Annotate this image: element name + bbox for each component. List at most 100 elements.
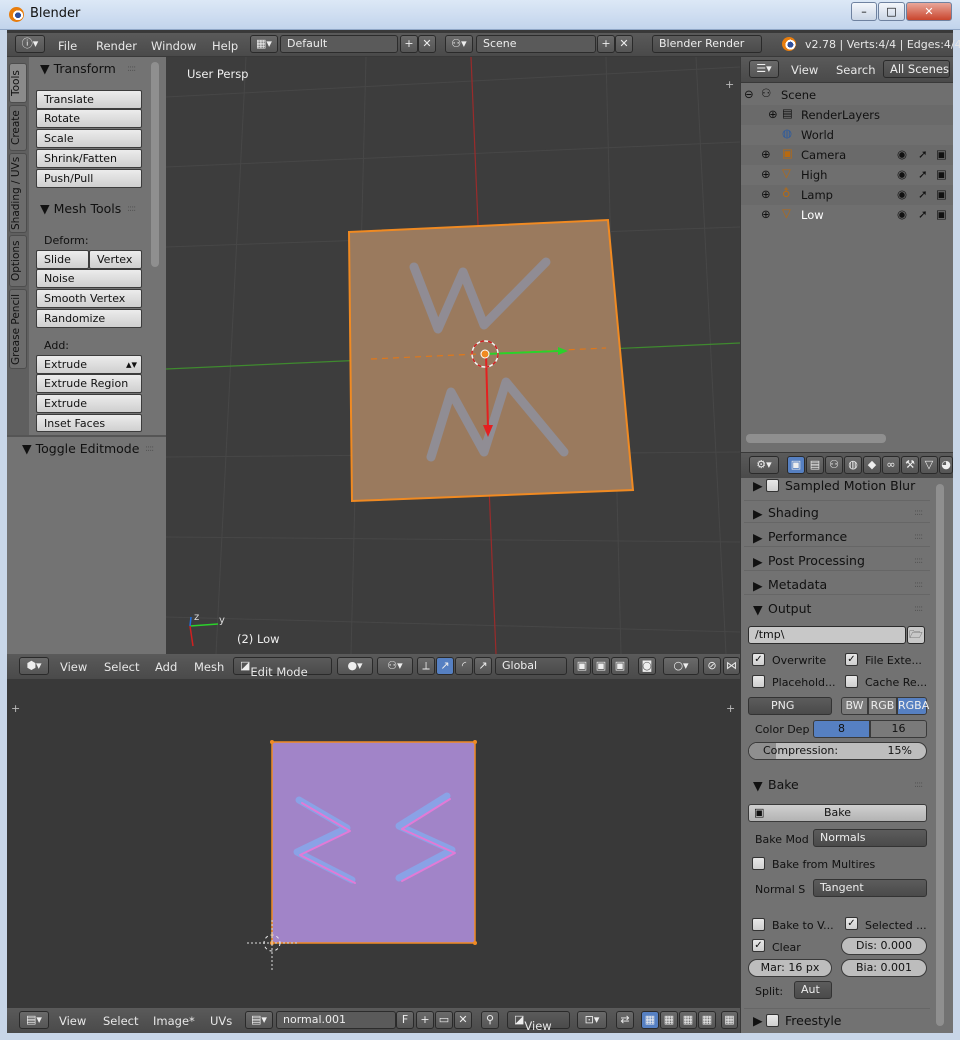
remove-scene-button[interactable]: ✕ — [615, 35, 633, 53]
outliner-row-camera[interactable]: ⊕ ▣ Camera ◉ ➚ ▣ — [741, 145, 953, 165]
render-context-icon[interactable]: ▣ — [787, 456, 805, 474]
uv-edge-select-icon[interactable]: ▦ — [660, 1011, 678, 1029]
rotate-button[interactable]: Rotate — [36, 109, 142, 128]
rotate-manipulator-icon[interactable]: ◜ — [455, 657, 473, 675]
expand-icon[interactable]: ⊕ — [761, 207, 771, 221]
image-browse-icon[interactable]: ▤▾ — [245, 1011, 273, 1029]
eye-icon[interactable]: ◉ — [897, 167, 907, 181]
motion-blur-checkbox[interactable] — [766, 479, 779, 492]
editor-type-uv-button[interactable]: ▤▾ — [19, 1011, 49, 1029]
cursor-icon[interactable]: ➚ — [918, 147, 928, 161]
close-button[interactable]: ✕ — [906, 2, 952, 21]
outliner-row-world[interactable]: ◍ World — [741, 125, 953, 145]
data-context-icon[interactable]: ▽ — [920, 456, 938, 474]
outliner-row-renderlayers[interactable]: ⊕ ▤ RenderLayers — [741, 105, 953, 125]
pin-icon[interactable]: ⚲ — [481, 1011, 499, 1029]
scale-button[interactable]: Scale — [36, 129, 142, 148]
depth-8-button[interactable]: 8 — [813, 720, 870, 738]
file-extensions-checkbox[interactable]: ✓ — [845, 653, 858, 666]
extrude-individual-button[interactable]: Extrude Individual — [36, 394, 142, 427]
split-dropdown[interactable]: Aut — [794, 981, 832, 999]
bake-panel-header[interactable]: ▼ Bake:::: — [744, 772, 930, 795]
render-icon[interactable]: ▣ — [936, 167, 947, 181]
depth-16-button[interactable]: 16 — [870, 720, 927, 738]
scene-context-icon[interactable]: ⚇ — [825, 456, 843, 474]
add-layout-button[interactable]: + — [400, 35, 418, 53]
fake-user-button[interactable]: F — [396, 1011, 414, 1029]
tool-shelf-scrollbar[interactable] — [151, 62, 159, 267]
extrude-region-button[interactable]: Extrude Region — [36, 374, 142, 393]
menu-uvs[interactable]: UVs — [210, 1014, 232, 1028]
shading-panel[interactable]: ▶ Shading:::: — [744, 500, 930, 523]
object-context-icon[interactable]: ◆ — [863, 456, 881, 474]
translate-manipulator-icon[interactable]: ↗ — [436, 657, 454, 675]
placeholders-checkbox[interactable] — [752, 675, 765, 688]
outliner-row-low[interactable]: ⊕ ▽ Low ◉ ➚ ▣ — [741, 205, 953, 225]
screen-layout-field[interactable]: Default — [280, 35, 398, 53]
transform-panel-header[interactable]: ▼ Transform — [40, 61, 116, 76]
3d-viewport[interactable]: User Persp y z (2) Low + — [166, 57, 740, 654]
pivot-point-button[interactable]: ⚇▾ — [377, 657, 413, 675]
panel-grip-icon[interactable]: :::: — [127, 64, 136, 74]
slide-edge-button[interactable]: Slide Ed — [36, 250, 89, 283]
menu-outliner-search[interactable]: Search — [836, 63, 876, 77]
cursor-icon[interactable]: ➚ — [918, 167, 928, 181]
menu-help[interactable]: Help — [212, 39, 238, 53]
viewport-corner-plus-icon[interactable]: + — [725, 78, 734, 91]
clear-checkbox[interactable]: ✓ — [752, 939, 765, 952]
outliner-row-high[interactable]: ⊕ ▽ High ◉ ➚ ▣ — [741, 165, 953, 185]
new-image-button[interactable]: + — [416, 1011, 434, 1029]
outliner-row-scene[interactable]: ⊖ ⚇ Scene — [741, 85, 953, 105]
bake-to-vertex-color-checkbox[interactable] — [752, 918, 765, 931]
unlink-image-button[interactable]: ✕ — [454, 1011, 472, 1029]
editor-type-properties-button[interactable]: ⚙▾ — [749, 456, 779, 474]
expand-icon[interactable]: ⊕ — [761, 167, 771, 181]
properties-scrollbar[interactable] — [936, 484, 944, 1026]
bake-from-multires-checkbox[interactable] — [752, 857, 765, 870]
image-name-field[interactable]: normal.001 — [276, 1011, 396, 1029]
uv-corner-plus-icon[interactable]: + — [726, 702, 735, 715]
compression-slider[interactable]: Compression: 15% — [748, 742, 927, 760]
output-path-field[interactable]: /tmp\ — [748, 626, 906, 644]
constraints-context-icon[interactable]: ∞ — [882, 456, 900, 474]
menu-select[interactable]: Select — [104, 660, 139, 674]
performance-panel[interactable]: ▶ Performance:::: — [744, 524, 930, 547]
render-engine-dropdown[interactable]: Blender Render — [652, 35, 762, 53]
menu-add[interactable]: Add — [155, 660, 177, 674]
maximize-button[interactable]: □ — [878, 2, 905, 21]
noise-button[interactable]: Noise — [36, 269, 142, 288]
expand-icon[interactable]: ⊕ — [768, 107, 778, 121]
mesh-tools-panel-header[interactable]: ▼ Mesh Tools — [40, 201, 121, 216]
uv-face-select-icon[interactable]: ▦ — [679, 1011, 697, 1029]
limit-selection-icon[interactable]: ◙ — [638, 657, 656, 675]
mode-dropdown[interactable]: ◪ Edit Mode — [233, 657, 332, 679]
uv-corner-plus-icon[interactable]: + — [11, 702, 20, 715]
viewport-shading-button[interactable]: ●▾ — [337, 657, 373, 675]
cache-result-checkbox[interactable] — [845, 675, 858, 688]
expand-icon[interactable]: ⊕ — [761, 187, 771, 201]
randomize-button[interactable]: Randomize — [36, 309, 142, 328]
inset-faces-button[interactable]: Inset Faces — [36, 414, 142, 432]
open-image-icon[interactable]: ▭ — [435, 1011, 453, 1029]
uv-pivot-button[interactable]: ⊡▾ — [577, 1011, 607, 1029]
post-processing-panel[interactable]: ▶ Post Processing:::: — [744, 548, 930, 571]
menu-uv-select[interactable]: Select — [103, 1014, 138, 1028]
scale-manipulator-icon[interactable]: ↗ — [474, 657, 492, 675]
tab-grease-pencil[interactable]: Grease Pencil — [9, 289, 27, 369]
snap-icon[interactable]: ⊘ — [703, 657, 721, 675]
snap-element-icon[interactable]: ⋈ — [723, 657, 740, 675]
extrude-dropdown[interactable]: Extrude ▴▾ — [36, 355, 142, 374]
panel-grip-icon[interactable]: :::: — [127, 204, 136, 214]
freestyle-panel[interactable]: ▶ Freestyle — [744, 1008, 930, 1031]
uv-sync-icon[interactable]: ⇄ — [616, 1011, 634, 1029]
edge-select-icon[interactable]: ▣ — [592, 657, 610, 675]
file-browser-icon[interactable]: 🗁 — [907, 626, 925, 644]
metadata-panel[interactable]: ▶ Metadata:::: — [744, 572, 930, 595]
world-context-icon[interactable]: ◍ — [844, 456, 862, 474]
smooth-vertex-button[interactable]: Smooth Vertex — [36, 289, 142, 308]
tab-tools[interactable]: Tools — [9, 63, 27, 103]
proportional-edit-button[interactable]: ○▾ — [663, 657, 699, 675]
expand-icon[interactable]: ⊕ — [761, 147, 771, 161]
outliner-scrollbar[interactable] — [746, 434, 886, 443]
uv-image-editor[interactable]: + + — [7, 680, 740, 1006]
